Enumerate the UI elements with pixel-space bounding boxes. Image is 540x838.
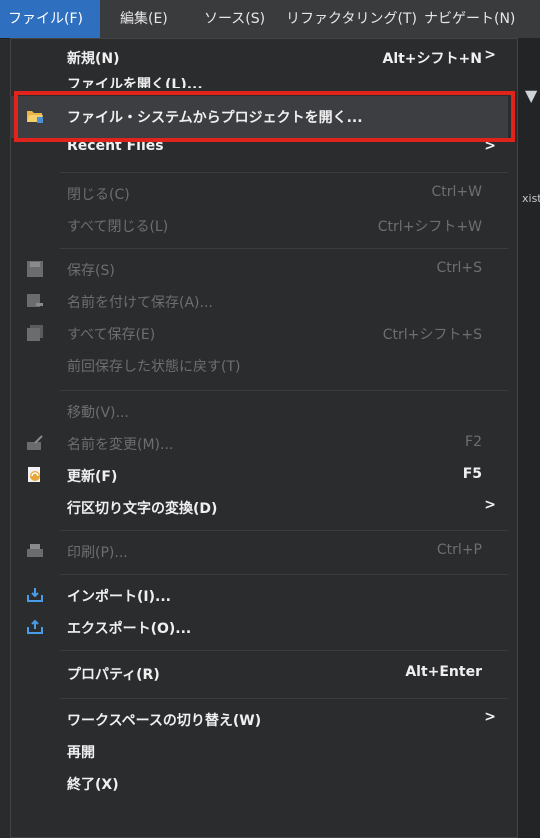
menu-item-label: 更新(F) [67,469,118,485]
menu-item-save-as[interactable]: 名前を付けて保存(A)... [10,286,518,318]
menu-item-label: ワークスペースの切り替え(W) [67,713,262,729]
separator [60,650,508,651]
menu-bar: ファイル(F) 編集(E) ソース(S) リファクタリング(T) ナビゲート(N… [0,0,540,39]
menu-item-label: インポート(I)... [67,589,171,605]
menu-source[interactable]: ソース(S) [196,0,273,38]
menu-item-shortcut: F5 [462,466,482,482]
menu-item-move[interactable]: 移動(V)... [10,396,518,428]
menu-item-export[interactable]: エクスポート(O)... [10,612,518,644]
menu-item-label: 印刷(P)... [67,545,128,561]
menu-refactoring[interactable]: リファクタリング(T) [278,0,425,38]
menu-item-shortcut: Ctrl+シフト+W [377,219,482,235]
submenu-arrow-icon: > [484,497,496,513]
file-menu-dropdown: 新規(N) Alt+シフト+N > ファイルを開く(L)... ファイル・システ… [10,38,518,838]
separator [60,530,508,531]
menu-item-properties[interactable]: プロパティ(R) Alt+Enter [10,658,518,690]
menu-item-label: 名前を変更(M)... [67,437,174,453]
separator [60,698,508,699]
menu-item-label: 新規(N) [67,51,120,67]
menu-item-label: 閉じる(C) [67,187,130,203]
submenu-arrow-icon: > [484,138,496,154]
menu-item-label: Recent Files [67,138,164,154]
menu-item-label: エクスポート(O)... [67,621,192,637]
menu-item-refresh[interactable]: 更新(F) F5 [10,460,518,492]
save-icon [26,260,44,278]
menu-item-label: 保存(S) [67,263,115,279]
menu-item-label: 行区切り文字の変換(D) [67,501,218,517]
menu-item-exit[interactable]: 終了(X) [10,768,518,800]
menu-item-close-all[interactable]: すべて閉じる(L) Ctrl+シフト+W [10,210,518,242]
refresh-icon [26,466,44,484]
separator [60,248,508,249]
menu-item-save[interactable]: 保存(S) Ctrl+S [10,254,518,286]
menu-item-shortcut: Ctrl+P [436,542,482,558]
menu-item-rename[interactable]: 名前を変更(M)... F2 [10,428,518,460]
menu-item-open-file[interactable]: ファイルを開く(L)... [10,68,518,88]
submenu-arrow-icon: > [484,47,496,63]
separator [60,574,508,575]
menu-item-label: すべて保存(E) [67,327,156,343]
editor-background [518,38,540,838]
menu-item-shortcut: Ctrl+シフト+S [382,327,482,343]
menu-item-label: 前回保存した状態に戻す(T) [67,359,241,375]
menu-item-shortcut: Ctrl+W [431,184,482,200]
separator [60,390,508,391]
filter-icon[interactable]: ▼ [525,86,537,105]
print-icon [26,542,44,560]
menu-item-restart[interactable]: 再開 [10,736,518,768]
menu-item-import[interactable]: インポート(I)... [10,580,518,612]
menu-item-label: ファイルを開く(L)... [67,77,203,88]
menu-item-label: 再開 [67,745,95,761]
menu-item-open-project[interactable]: ファイル・システムからプロジェクトを開く... [10,101,518,133]
menu-item-label: 移動(V)... [67,405,129,421]
menu-item-label: 終了(X) [67,777,119,793]
menu-navigate[interactable]: ナビゲート(N) [416,0,523,38]
menu-item-label: すべて閉じる(L) [67,219,169,235]
menu-item-print[interactable]: 印刷(P)... Ctrl+P [10,536,518,568]
submenu-arrow-icon: > [484,709,496,725]
menu-item-shortcut: Ctrl+S [436,260,482,276]
menu-file[interactable]: ファイル(F) [0,0,100,38]
menu-item-shortcut: Alt+シフト+N [382,51,482,67]
menu-item-switch-workspace[interactable]: ワークスペースの切り替え(W) > [10,704,518,736]
export-icon [26,618,44,636]
folder-open-icon [26,107,44,125]
menu-item-shortcut: F2 [465,434,482,450]
save-as-icon [26,292,44,310]
menu-item-save-all[interactable]: すべて保存(E) Ctrl+シフト+S [10,318,518,350]
menu-edit[interactable]: 編集(E) [112,0,176,38]
import-icon [26,586,44,604]
menu-item-shortcut: Alt+Enter [405,664,482,680]
rename-icon [26,434,44,452]
menu-item-revert[interactable]: 前回保存した状態に戻す(T) [10,350,518,382]
editor-text-fragment: xist [522,192,540,205]
menu-item-label: 名前を付けて保存(A)... [67,295,213,311]
separator [60,172,508,173]
menu-item-recent-files[interactable]: Recent Files > [10,138,518,162]
menu-item-close[interactable]: 閉じる(C) Ctrl+W [10,178,518,210]
menu-item-label: プロパティ(R) [67,667,160,683]
menu-item-label: ファイル・システムからプロジェクトを開く... [67,110,363,126]
save-all-icon [26,324,44,342]
menu-item-convert-line-delimiters[interactable]: 行区切り文字の変換(D) > [10,492,518,524]
